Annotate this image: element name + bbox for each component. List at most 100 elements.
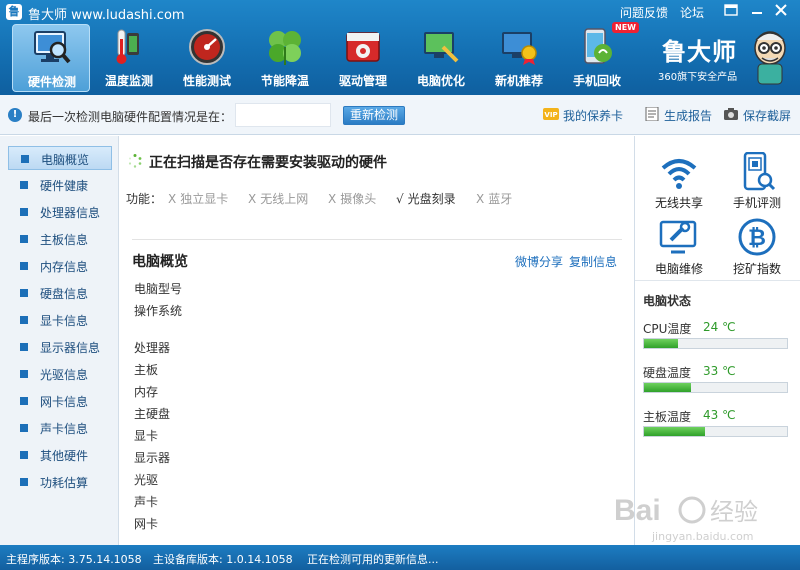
sidebar-item-label: 硬件健康 <box>40 179 89 193</box>
sidebar-item-power[interactable]: 功耗估算 <box>8 470 112 494</box>
status-bar: 主程序版本: 3.75.14.1058 主设备库版本: 1.0.14.1058 … <box>0 545 800 570</box>
nav-driver[interactable]: 驱动管理 <box>324 24 402 92</box>
info-icon: ! <box>8 108 22 122</box>
new-badge: NEW <box>612 22 639 33</box>
bullet-icon <box>20 208 28 216</box>
bullet-icon <box>21 155 29 163</box>
function-discrete-gpu: X 独立显卡 <box>168 190 228 207</box>
sidebar-item-health[interactable]: 硬件健康 <box>8 173 112 197</box>
sidebar-item-overview[interactable]: 电脑概览 <box>8 146 112 170</box>
monitor-medal-icon <box>502 32 537 65</box>
sidebar-item-label: 网卡信息 <box>40 395 89 409</box>
sidebar-item-memory[interactable]: 内存信息 <box>8 254 112 278</box>
sidebar-item-label: 电脑概览 <box>41 153 90 167</box>
copy-info-link[interactable]: 复制信息 <box>569 253 617 270</box>
bitcoin-icon: ₿ <box>738 218 776 256</box>
sidebar-item-label: 光驱信息 <box>40 368 89 382</box>
brand-block: 鲁大师 360旗下安全产品 <box>656 28 796 88</box>
sidebar-item-label: 处理器信息 <box>40 206 101 220</box>
sidebar: 电脑概览 硬件健康 处理器信息 主板信息 内存信息 硬盘信息 显卡信息 显示器信… <box>0 136 119 545</box>
pc-magnifier-icon <box>34 31 71 64</box>
bullet-icon <box>20 478 28 486</box>
function-name: 独立显卡 <box>180 192 229 206</box>
cross-mark: X <box>476 192 485 206</box>
function-bluetooth: X 蓝牙 <box>476 190 512 207</box>
forum-link[interactable]: 论坛 <box>680 4 704 21</box>
warranty-card-link[interactable]: 我的保养卡 <box>563 107 623 124</box>
board-temp-bar <box>643 426 788 437</box>
disk-temp-value: 33 ℃ <box>703 364 736 378</box>
brand-sub: 360旗下安全产品 <box>658 72 738 83</box>
function-name: 光盘刻录 <box>407 192 456 206</box>
function-disc-burning: √ 光盘刻录 <box>396 190 456 207</box>
menu-icon[interactable] <box>722 3 740 21</box>
bullet-icon <box>20 370 28 378</box>
sidebar-item-label: 显卡信息 <box>40 314 89 328</box>
baidu-watermark: Bai 经验 jingyan.baidu.com <box>614 494 758 543</box>
nav-new-pc[interactable]: 新机推荐 <box>480 24 558 92</box>
nav-hardware-check[interactable]: 硬件检测 <box>12 24 90 92</box>
close-icon[interactable] <box>772 3 790 21</box>
bullet-icon <box>20 235 28 243</box>
minimize-icon[interactable] <box>748 3 766 21</box>
info-row-label: 显示器 <box>134 451 171 465</box>
divider <box>132 239 622 240</box>
right-panel: 无线共享 手机评测 电脑维修 ₿ 挖矿指数 电脑状态 CPU温度 24 ℃ 硬盘… <box>634 136 800 545</box>
tool-wifi-share[interactable]: 无线共享 <box>643 152 713 212</box>
info-row-label: 处理器 <box>134 341 171 355</box>
weibo-share-link[interactable]: 微博分享 <box>515 253 563 270</box>
save-screenshot-link[interactable]: 保存截屏 <box>743 107 791 124</box>
cpu-temp-bar <box>643 338 788 349</box>
sidebar-item-motherboard[interactable]: 主板信息 <box>8 227 112 251</box>
tool-label: 手机评测 <box>732 196 781 210</box>
watermark-url: jingyan.baidu.com <box>651 530 754 543</box>
nav-label: 新机推荐 <box>494 74 543 88</box>
nav-phone-recycle[interactable]: NEW 手机回收 <box>558 22 639 92</box>
tool-mining-index[interactable]: ₿ 挖矿指数 <box>721 218 791 278</box>
sidebar-item-optical[interactable]: 光驱信息 <box>8 362 112 386</box>
speedometer-icon <box>189 29 225 65</box>
thermometer-icon <box>116 29 139 64</box>
nav-temperature[interactable]: 温度监测 <box>90 24 168 92</box>
cross-mark: X <box>328 192 337 206</box>
sidebar-item-disk[interactable]: 硬盘信息 <box>8 281 112 305</box>
sidebar-item-sound[interactable]: 声卡信息 <box>8 416 112 440</box>
sidebar-item-gpu[interactable]: 显卡信息 <box>8 308 112 332</box>
disk-temp-label: 硬盘温度 <box>643 366 692 380</box>
info-row-label: 声卡 <box>134 495 159 509</box>
disk-temp-bar <box>643 382 788 393</box>
vip-card-icon: VIP <box>543 108 559 120</box>
camera-icon <box>724 108 738 120</box>
main-version: 主程序版本: 3.75.14.1058 <box>6 553 142 566</box>
report-icon <box>645 107 659 121</box>
tool-pc-repair[interactable]: 电脑维修 <box>643 218 713 278</box>
cross-mark: X <box>168 192 177 206</box>
temp-fill <box>644 339 679 348</box>
divider <box>635 280 800 281</box>
board-temp-label: 主板温度 <box>643 410 692 424</box>
sidebar-item-cpu[interactable]: 处理器信息 <box>8 200 112 224</box>
sidebar-item-monitor[interactable]: 显示器信息 <box>8 335 112 359</box>
bullet-icon <box>20 424 28 432</box>
sidebar-item-other[interactable]: 其他硬件 <box>8 443 112 467</box>
nav-label: 硬件检测 <box>27 75 76 89</box>
gear-chip-icon <box>346 32 380 62</box>
tool-phone-test[interactable]: 手机评测 <box>721 152 791 212</box>
cpu-temp-value: 24 ℃ <box>703 320 736 334</box>
nav-optimize[interactable]: 电脑优化 <box>402 24 480 92</box>
phone-scan-icon <box>743 152 776 191</box>
nav-label: 温度监测 <box>104 74 153 88</box>
sidebar-item-label: 其他硬件 <box>40 449 89 463</box>
info-row-label: 主板 <box>134 363 159 377</box>
rescan-button[interactable]: 重新检测 <box>343 106 405 125</box>
tool-label: 挖矿指数 <box>732 262 781 276</box>
leaf-icon <box>269 31 301 65</box>
generate-report-link[interactable]: 生成报告 <box>664 107 712 124</box>
nav-energy-saving[interactable]: 节能降温 <box>246 24 324 92</box>
bullet-icon <box>20 343 28 351</box>
sidebar-item-network[interactable]: 网卡信息 <box>8 389 112 413</box>
app-header: 鲁 鲁大师 www.ludashi.com 问题反馈 论坛 硬件检测 温度监测 … <box>0 0 800 95</box>
sidebar-item-label: 内存信息 <box>40 260 89 274</box>
feedback-link[interactable]: 问题反馈 <box>620 4 668 21</box>
nav-performance[interactable]: 性能测试 <box>168 24 246 92</box>
